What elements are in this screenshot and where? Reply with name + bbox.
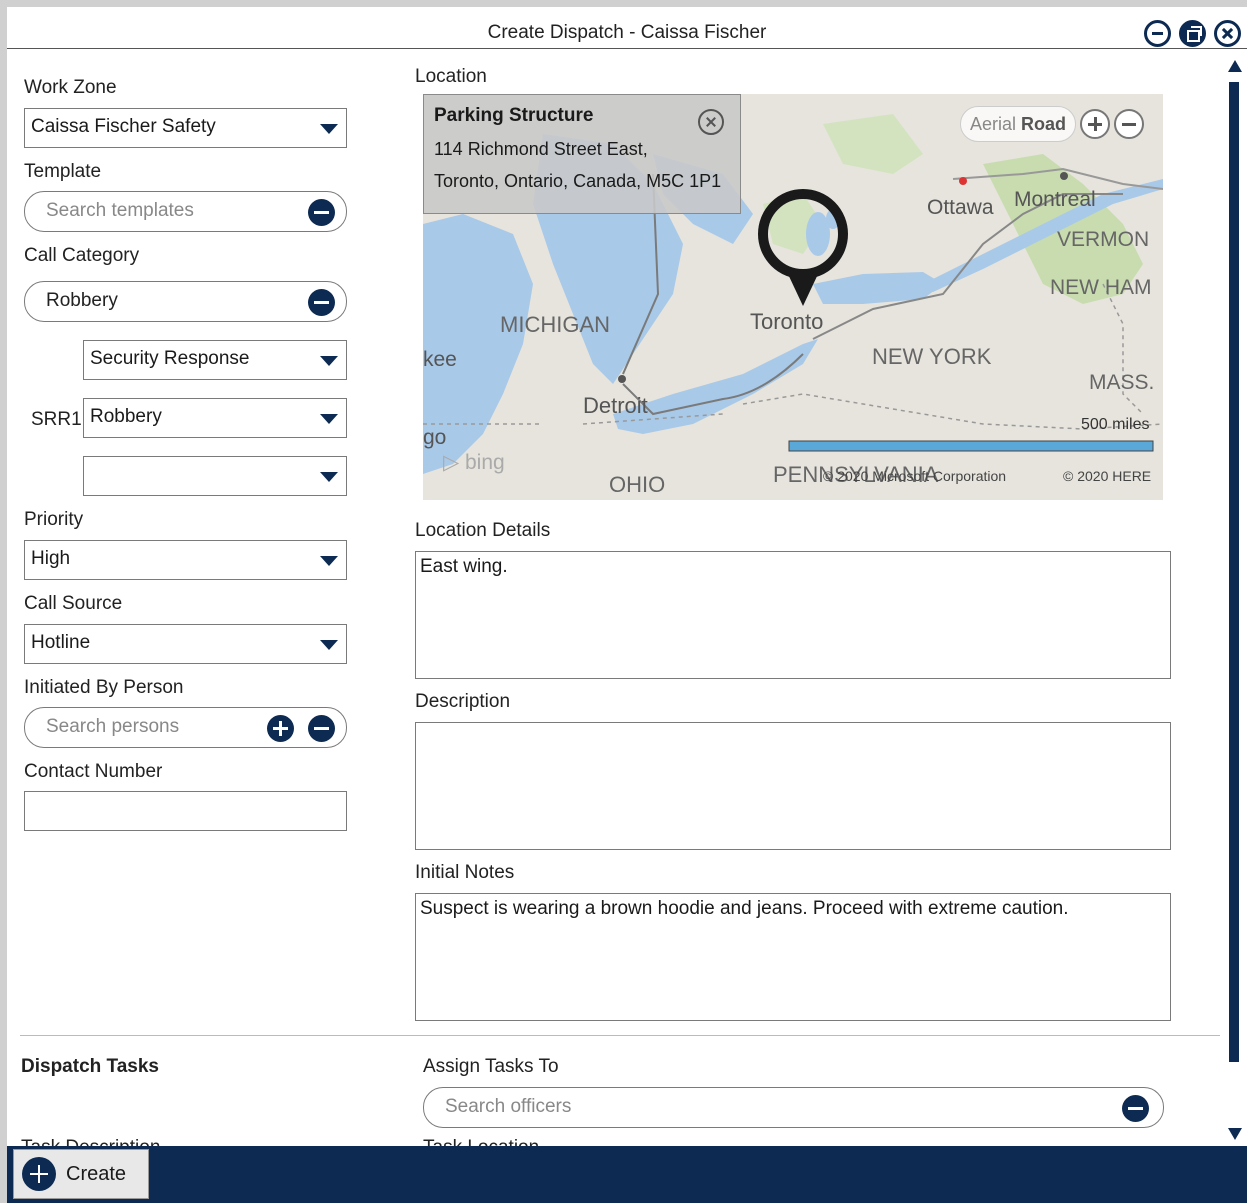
- call-category-clear-icon[interactable]: [308, 289, 335, 316]
- location-label: Location: [415, 66, 487, 87]
- description-input[interactable]: [415, 722, 1171, 850]
- close-icon[interactable]: [1214, 20, 1241, 47]
- map-label-detroit: Detroit: [583, 393, 648, 418]
- priority-value: High: [31, 548, 71, 569]
- priority-label: Priority: [24, 509, 84, 530]
- map-aerial-option[interactable]: Aerial: [970, 114, 1016, 134]
- map-label-kee: kee: [423, 348, 457, 371]
- add-person-icon[interactable]: [267, 715, 294, 742]
- popup-title: Parking Structure: [434, 105, 594, 126]
- map-label-vermont: VERMON: [1057, 228, 1149, 251]
- chevron-down-icon: [320, 356, 338, 366]
- template-search[interactable]: Search templates: [24, 191, 347, 232]
- category-sub2-value: Robbery: [90, 406, 162, 427]
- assign-tasks-label: Assign Tasks To: [423, 1056, 559, 1077]
- template-label: Template: [24, 161, 102, 182]
- call-source-select[interactable]: Hotline: [24, 624, 347, 664]
- category-sub3-select[interactable]: [83, 456, 347, 496]
- contact-number-input[interactable]: [24, 791, 347, 831]
- map-scale-label: 500 miles: [1081, 416, 1149, 433]
- popup-address-line2: Toronto, Ontario, Canada, M5C 1P1: [434, 171, 722, 191]
- work-zone-label: Work Zone: [24, 77, 117, 98]
- map-style-toggle[interactable]: Aerial Road: [960, 106, 1077, 142]
- window-controls: [1144, 20, 1241, 47]
- assign-officers-placeholder: Search officers: [445, 1096, 572, 1117]
- category-sub2-select[interactable]: Robbery: [83, 398, 347, 438]
- chevron-down-icon: [320, 414, 338, 424]
- map-copyright-ms: © 2020 Microsoft Corporation: [823, 468, 1006, 484]
- create-button-label: Create: [66, 1162, 127, 1185]
- chevron-down-icon: [320, 556, 338, 566]
- initial-notes-input[interactable]: Suspect is wearing a brown hoodie and je…: [415, 893, 1171, 1021]
- title-bar: Create Dispatch - Caissa Fischer: [7, 7, 1247, 49]
- template-clear-icon[interactable]: [308, 199, 335, 226]
- bottom-action-bar: Create: [7, 1146, 1247, 1203]
- assign-officers-search[interactable]: Search officers: [423, 1087, 1164, 1128]
- template-search-placeholder: Search templates: [46, 200, 194, 221]
- map-label-michigan: MICHIGAN: [500, 312, 610, 337]
- popup-address-line1: 114 Richmond Street East,: [434, 139, 648, 159]
- map-label-newyork: NEW YORK: [872, 344, 992, 369]
- priority-select[interactable]: High: [24, 540, 347, 580]
- vertical-scrollbar[interactable]: [1226, 58, 1244, 1140]
- call-source-value: Hotline: [31, 632, 91, 653]
- work-zone-select[interactable]: Caissa Fischer Safety: [24, 108, 347, 148]
- contact-label: Contact Number: [24, 761, 163, 782]
- task-location-label: Task Location: [423, 1138, 539, 1146]
- bing-logo: ▷ bing: [443, 451, 505, 474]
- map-label-ohio: OHIO: [609, 472, 665, 497]
- map-label-montreal: Montreal: [1014, 188, 1096, 211]
- location-popup: Parking Structure 114 Richmond Street Ea…: [423, 94, 741, 214]
- initiated-search-placeholder: Search persons: [46, 716, 180, 737]
- map-copyright-here: © 2020 HERE: [1063, 468, 1151, 484]
- popup-close-icon[interactable]: [698, 109, 724, 135]
- initiated-label: Initiated By Person: [24, 677, 184, 698]
- section-divider: [20, 1035, 1220, 1036]
- initial-notes-label: Initial Notes: [415, 862, 515, 883]
- restore-icon[interactable]: [1179, 20, 1206, 47]
- scrollbar-thumb[interactable]: [1229, 82, 1239, 1062]
- map-label-ottawa: Ottawa: [927, 196, 994, 219]
- map-controls: Aerial Road: [960, 106, 1145, 142]
- initiated-clear-icon[interactable]: [308, 715, 335, 742]
- map-label-go: go: [423, 426, 446, 449]
- chevron-down-icon: [320, 472, 338, 482]
- window-title: Create Dispatch - Caissa Fischer: [487, 22, 767, 43]
- initiated-search[interactable]: Search persons: [24, 707, 347, 748]
- call-category-field[interactable]: Robbery: [24, 281, 347, 322]
- scroll-up-icon[interactable]: [1228, 60, 1242, 72]
- call-category-value: Robbery: [46, 290, 118, 311]
- dispatch-tasks-title: Dispatch Tasks: [21, 1056, 159, 1077]
- work-zone-value: Caissa Fischer Safety: [31, 116, 216, 137]
- map-label-newham: NEW HAM: [1050, 276, 1152, 299]
- zoom-out-icon[interactable]: [1114, 109, 1145, 139]
- assign-clear-icon[interactable]: [1122, 1095, 1149, 1122]
- chevron-down-icon: [320, 640, 338, 650]
- category-sub1-value: Security Response: [90, 348, 250, 369]
- task-description-label: Task Description: [21, 1138, 160, 1146]
- description-label: Description: [415, 691, 511, 712]
- chevron-down-icon: [320, 124, 338, 134]
- srr-label: SRR1: [31, 409, 82, 430]
- zoom-in-icon[interactable]: [1080, 109, 1111, 139]
- map-label-toronto: Toronto: [750, 309, 823, 334]
- map-road-option[interactable]: Road: [1021, 114, 1066, 134]
- call-source-label: Call Source: [24, 593, 123, 614]
- scroll-down-icon[interactable]: [1228, 1128, 1242, 1140]
- create-button[interactable]: Create: [13, 1149, 149, 1199]
- category-sub1-select[interactable]: Security Response: [83, 340, 347, 380]
- plus-circle-icon: [22, 1157, 56, 1191]
- location-details-label: Location Details: [415, 520, 551, 541]
- location-details-input[interactable]: East wing.: [415, 551, 1171, 679]
- map-label-mass: MASS.: [1089, 371, 1154, 394]
- minimize-icon[interactable]: [1144, 20, 1171, 47]
- call-category-label: Call Category: [24, 245, 140, 266]
